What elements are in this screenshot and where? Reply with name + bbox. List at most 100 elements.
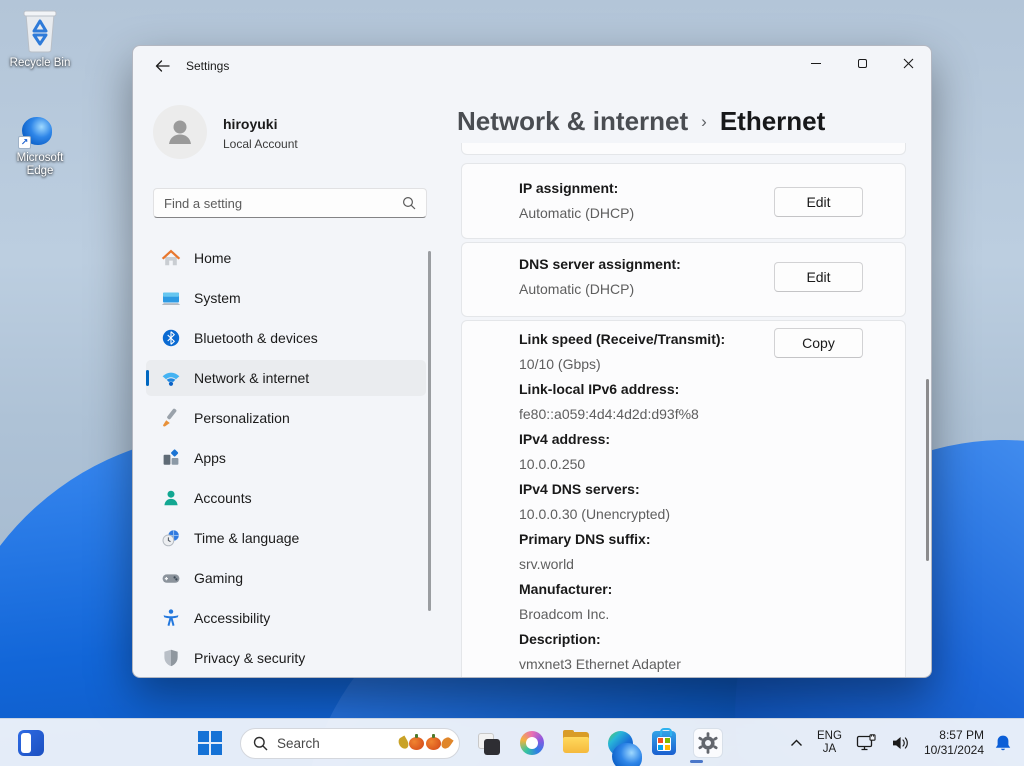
field-label: Primary DNS suffix: [519, 527, 905, 552]
clock[interactable]: 8:57 PM 10/31/2024 [924, 728, 984, 758]
volume-control[interactable] [891, 735, 910, 751]
field-label: Description: [519, 627, 905, 652]
copy-button[interactable]: Copy [774, 328, 863, 358]
home-icon [161, 248, 181, 268]
window-title: Settings [186, 59, 229, 73]
task-view-button[interactable] [474, 729, 502, 757]
bell-icon [994, 734, 1012, 753]
tray-date: 10/31/2024 [924, 743, 984, 758]
privacy-security-icon [161, 648, 181, 668]
widgets-icon[interactable] [18, 730, 44, 756]
sidebar-item-home[interactable]: Home [146, 240, 426, 276]
back-button[interactable] [147, 52, 177, 80]
copilot-button[interactable] [518, 729, 546, 757]
system-icon [161, 288, 181, 308]
notification-center[interactable] [994, 734, 1012, 753]
avatar [153, 105, 207, 159]
accounts-icon [161, 488, 181, 508]
ethernet-icon [856, 734, 877, 752]
accessibility-icon [161, 608, 181, 628]
sidebar-item-gaming[interactable]: Gaming [146, 560, 426, 596]
speaker-icon [891, 735, 910, 751]
find-setting-searchbox[interactable] [153, 188, 427, 218]
start-button[interactable] [196, 729, 224, 757]
taskbar: Search [0, 718, 1024, 766]
field-value: 10.0.0.250 [519, 452, 905, 477]
search-input[interactable] [154, 196, 402, 211]
content-scrollbar[interactable] [926, 379, 929, 561]
chevron-right-icon: › [701, 112, 707, 132]
edge-icon [608, 731, 633, 756]
field-value: srv.world [519, 552, 905, 577]
network-status[interactable] [856, 734, 877, 752]
sidebar-item-network-internet[interactable]: Network & internet [146, 360, 426, 396]
field-value: vmxnet3 Ethernet Adapter [519, 652, 905, 677]
desktop-icon-recycle-bin[interactable]: Recycle Bin [2, 8, 78, 70]
windows-logo-icon [198, 731, 222, 755]
settings-window: Settings hiroyuki Local Account [132, 45, 932, 678]
breadcrumb-parent[interactable]: Network & internet [457, 106, 688, 137]
tray-chevron-up[interactable] [790, 739, 803, 747]
apps-icon [161, 448, 181, 468]
field-label: Link-local IPv6 address: [519, 377, 905, 402]
edge-icon: ↗ [18, 105, 62, 149]
close-icon [903, 58, 914, 69]
sidebar-item-apps[interactable]: Apps [146, 440, 426, 476]
minimize-button[interactable] [793, 46, 839, 80]
desktop: Recycle Bin ↗ Microsoft Edge Settings [0, 0, 1024, 766]
file-explorer-button[interactable] [562, 729, 590, 757]
file-explorer-icon [563, 732, 589, 754]
edit-ip-button[interactable]: Edit [774, 187, 863, 217]
network-icon [161, 368, 181, 388]
sidebar-item-accounts[interactable]: Accounts [146, 480, 426, 516]
desktop-icon-microsoft-edge[interactable]: ↗ Microsoft Edge [2, 105, 78, 178]
desktop-icon-label: Recycle Bin [10, 57, 71, 70]
sidebar-item-system[interactable]: System [146, 280, 426, 316]
gear-icon [696, 731, 720, 755]
search-icon [402, 196, 416, 210]
halloween-pumpkins-icon [399, 737, 451, 750]
search-icon [253, 736, 268, 751]
task-view-icon [475, 730, 501, 756]
language-indicator[interactable]: ENG JA [817, 730, 842, 756]
taskbar-search[interactable]: Search [240, 728, 460, 759]
sidebar-item-accessibility[interactable]: Accessibility [146, 600, 426, 636]
time-language-icon [161, 528, 181, 548]
card-previous-partial [461, 143, 906, 155]
desktop-icon-label: Microsoft Edge [9, 152, 71, 178]
microsoft-store-icon [652, 731, 676, 755]
bluetooth-icon [161, 328, 181, 348]
sidebar-item-bluetooth-devices[interactable]: Bluetooth & devices [146, 320, 426, 356]
recycle-bin-icon [18, 8, 62, 54]
system-tray: ENG JA 8:57 PM 10/31/2024 [776, 719, 1024, 766]
maximize-icon [858, 59, 867, 68]
minimize-icon [811, 63, 821, 64]
field-label-partial: Driver version: [519, 677, 905, 678]
edit-dns-button[interactable]: Edit [774, 262, 863, 292]
field-label: IPv4 address: [519, 427, 905, 452]
sidebar-item-personalization[interactable]: Personalization [146, 400, 426, 436]
personalization-icon [161, 408, 181, 428]
card-adapter-details: Link speed (Receive/Transmit): 10/10 (Gb… [461, 320, 906, 678]
selected-indicator [146, 370, 149, 386]
sidebar-scrollbar[interactable] [428, 251, 431, 611]
edge-button[interactable] [606, 729, 634, 757]
shortcut-arrow-icon: ↗ [18, 136, 31, 149]
maximize-button[interactable] [839, 46, 885, 80]
field-label: IPv4 DNS servers: [519, 477, 905, 502]
page-title: Ethernet [720, 106, 825, 137]
taskbar-search-placeholder: Search [277, 736, 399, 751]
sidebar-item-privacy-security[interactable]: Privacy & security [146, 640, 426, 676]
sidebar: Home System Bluetooth & devices Net [146, 240, 426, 678]
microsoft-store-button[interactable] [650, 729, 678, 757]
titlebar: Settings [133, 46, 931, 86]
gaming-icon [161, 568, 181, 588]
sidebar-item-time-language[interactable]: Time & language [146, 520, 426, 556]
close-button[interactable] [885, 46, 931, 80]
settings-button-active[interactable] [694, 729, 722, 757]
field-label: Manufacturer: [519, 577, 905, 602]
running-app-indicator [690, 760, 703, 763]
field-value: Broadcom Inc. [519, 602, 905, 627]
user-account-type: Local Account [223, 137, 298, 151]
tray-time: 8:57 PM [939, 728, 984, 743]
